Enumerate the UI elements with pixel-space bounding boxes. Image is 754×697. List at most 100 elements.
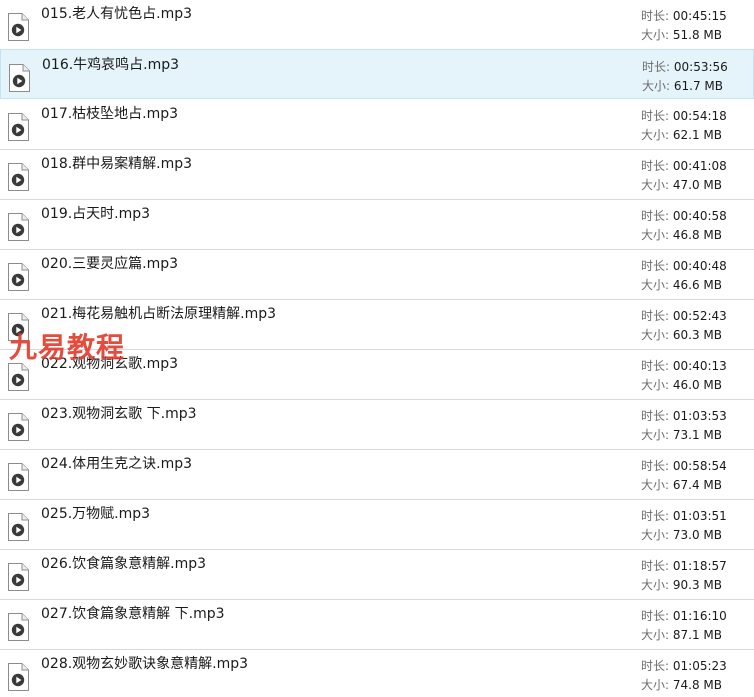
file-name[interactable]: 021.梅花易触机占断法原理精解.mp3	[41, 304, 276, 324]
file-duration: 时长: 00:54:18	[641, 108, 727, 124]
audio-file-icon	[8, 64, 30, 92]
duration-label: 时长:	[641, 359, 670, 373]
duration-value: 01:03:53	[672, 409, 727, 423]
audio-file-icon	[7, 263, 29, 291]
file-duration: 时长: 01:05:23	[641, 658, 727, 674]
file-size: 大小: 62.1 MB	[641, 127, 722, 143]
audio-file-icon	[7, 163, 29, 191]
file-row[interactable]: 017.枯枝坠地占.mp3 时长: 00:54:18 大小: 62.1 MB	[0, 99, 754, 149]
file-row[interactable]: 016.牛鸡哀鸣占.mp3 时长: 00:53:56 大小: 61.7 MB	[0, 49, 754, 99]
audio-file-icon	[7, 113, 29, 141]
file-row[interactable]: 020.三要灵应篇.mp3 时长: 00:40:48 大小: 46.6 MB	[0, 249, 754, 299]
duration-label: 时长:	[641, 309, 670, 323]
file-size: 大小: 46.8 MB	[641, 227, 722, 243]
file-name[interactable]: 026.饮食篇象意精解.mp3	[41, 554, 206, 574]
size-value: 46.8 MB	[672, 228, 722, 242]
duration-label: 时长:	[641, 259, 670, 273]
file-size: 大小: 73.1 MB	[641, 427, 722, 443]
size-label: 大小:	[641, 178, 670, 192]
duration-value: 01:18:57	[672, 559, 727, 573]
file-duration: 时长: 01:18:57	[641, 558, 727, 574]
audio-file-icon	[7, 513, 29, 541]
duration-label: 时长:	[641, 159, 670, 173]
duration-value: 01:16:10	[672, 609, 727, 623]
size-value: 62.1 MB	[672, 128, 722, 142]
file-name[interactable]: 025.万物赋.mp3	[41, 504, 150, 524]
file-duration: 时长: 01:03:51	[641, 508, 727, 524]
duration-label: 时长:	[641, 209, 670, 223]
size-value: 51.8 MB	[672, 28, 722, 42]
audio-file-icon	[7, 463, 29, 491]
audio-file-icon	[7, 363, 29, 391]
duration-value: 00:45:15	[672, 9, 727, 23]
file-size: 大小: 74.8 MB	[641, 677, 722, 693]
file-row[interactable]: 028.观物玄妙歌诀象意精解.mp3 时长: 01:05:23 大小: 74.8 M…	[0, 649, 754, 697]
file-name[interactable]: 016.牛鸡哀鸣占.mp3	[42, 55, 179, 75]
size-label: 大小:	[641, 528, 670, 542]
file-name[interactable]: 019.占天时.mp3	[41, 204, 150, 224]
duration-label: 时长:	[641, 659, 670, 673]
file-row[interactable]: 025.万物赋.mp3 时长: 01:03:51 大小: 73.0 MB	[0, 499, 754, 549]
file-duration: 时长: 01:03:53	[641, 408, 727, 424]
size-value: 60.3 MB	[672, 328, 722, 342]
file-size: 大小: 90.3 MB	[641, 577, 722, 593]
audio-file-icon	[7, 613, 29, 641]
size-label: 大小:	[641, 578, 670, 592]
file-duration: 时长: 00:40:48	[641, 258, 727, 274]
size-label: 大小:	[641, 278, 670, 292]
file-row[interactable]: 019.占天时.mp3 时长: 00:40:58 大小: 46.8 MB	[0, 199, 754, 249]
file-row[interactable]: 018.群中易案精解.mp3 时长: 00:41:08 大小: 47.0 MB	[0, 149, 754, 199]
duration-value: 00:54:18	[672, 109, 727, 123]
duration-label: 时长:	[641, 459, 670, 473]
file-name[interactable]: 017.枯枝坠地占.mp3	[41, 104, 178, 124]
size-value: 61.7 MB	[673, 79, 723, 93]
size-value: 73.1 MB	[672, 428, 722, 442]
size-label: 大小:	[641, 328, 670, 342]
audio-file-icon	[7, 13, 29, 41]
file-row[interactable]: 024.体用生克之诀.mp3 时长: 00:58:54 大小: 67.4 MB	[0, 449, 754, 499]
duration-label: 时长:	[641, 9, 670, 23]
file-duration: 时长: 00:41:08	[641, 158, 727, 174]
size-value: 87.1 MB	[672, 628, 722, 642]
file-size: 大小: 73.0 MB	[641, 527, 722, 543]
size-label: 大小:	[641, 678, 670, 692]
duration-value: 00:53:56	[673, 60, 728, 74]
file-row[interactable]: 027.饮食篇象意精解 下.mp3 时长: 01:16:10 大小: 87.1 MB	[0, 599, 754, 649]
file-duration: 时长: 01:16:10	[641, 608, 727, 624]
file-size: 大小: 47.0 MB	[641, 177, 722, 193]
file-name[interactable]: 023.观物洞玄歌 下.mp3	[41, 404, 197, 424]
file-name[interactable]: 018.群中易案精解.mp3	[41, 154, 192, 174]
file-name[interactable]: 020.三要灵应篇.mp3	[41, 254, 178, 274]
audio-file-icon	[7, 213, 29, 241]
duration-value: 01:03:51	[672, 509, 727, 523]
size-label: 大小:	[642, 79, 671, 93]
size-value: 90.3 MB	[672, 578, 722, 592]
file-duration: 时长: 00:58:54	[641, 458, 727, 474]
size-label: 大小:	[641, 628, 670, 642]
size-label: 大小:	[641, 428, 670, 442]
file-name[interactable]: 028.观物玄妙歌诀象意精解.mp3	[41, 654, 248, 674]
file-duration: 时长: 00:45:15	[641, 8, 727, 24]
size-value: 47.0 MB	[672, 178, 722, 192]
duration-label: 时长:	[642, 60, 671, 74]
file-row[interactable]: 026.饮食篇象意精解.mp3 时长: 01:18:57 大小: 90.3 MB	[0, 549, 754, 599]
file-duration: 时长: 00:40:58	[641, 208, 727, 224]
size-value: 46.6 MB	[672, 278, 722, 292]
file-row[interactable]: 023.观物洞玄歌 下.mp3 时长: 01:03:53 大小: 73.1 MB	[0, 399, 754, 449]
duration-label: 时长:	[641, 559, 670, 573]
size-label: 大小:	[641, 478, 670, 492]
file-row[interactable]: 015.老人有忧色占.mp3 时长: 00:45:15 大小: 51.8 MB	[0, 0, 754, 49]
audio-file-icon	[7, 413, 29, 441]
file-size: 大小: 67.4 MB	[641, 477, 722, 493]
file-name[interactable]: 024.体用生克之诀.mp3	[41, 454, 192, 474]
duration-value: 00:40:58	[672, 209, 727, 223]
file-name[interactable]: 015.老人有忧色占.mp3	[41, 4, 192, 24]
size-value: 67.4 MB	[672, 478, 722, 492]
file-size: 大小: 60.3 MB	[641, 327, 722, 343]
duration-value: 01:05:23	[672, 659, 727, 673]
size-label: 大小:	[641, 378, 670, 392]
size-value: 73.0 MB	[672, 528, 722, 542]
size-label: 大小:	[641, 28, 670, 42]
file-name[interactable]: 027.饮食篇象意精解 下.mp3	[41, 604, 225, 624]
audio-file-icon	[7, 563, 29, 591]
